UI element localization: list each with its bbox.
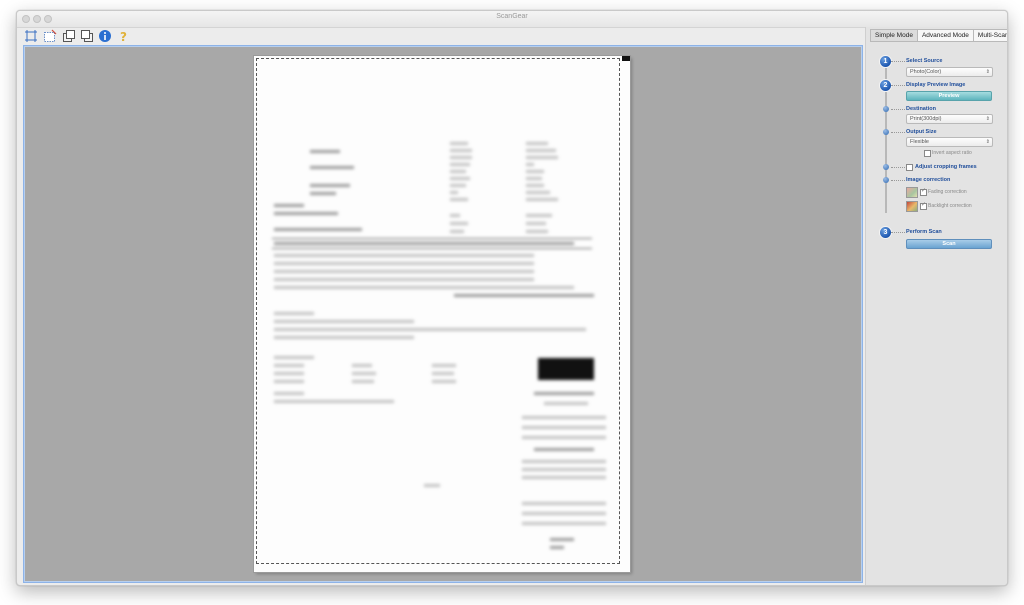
fading-correction-checkbox[interactable] [920, 187, 927, 196]
rotate-left-icon [63, 30, 75, 42]
output-size-step-dot [883, 129, 889, 135]
step-2-badge: 2 [880, 80, 891, 91]
fading-correction-label: Fading correction [928, 189, 967, 195]
preview-area[interactable] [23, 45, 863, 583]
adjust-cropping-label: Adjust cropping frames [915, 164, 977, 170]
backlight-correction-label: Backlight correction [928, 203, 972, 209]
mode-tabs: Simple Mode Advanced Mode Multi-Scan [870, 29, 1007, 42]
select-source-label: Select Source [906, 58, 943, 64]
tab-multi-scan[interactable]: Multi-Scan [972, 29, 1007, 42]
cropping-frame[interactable] [256, 58, 620, 564]
step-connector [891, 85, 905, 86]
image-correction-step-dot [883, 177, 889, 183]
scangear-window: ScanGear ? Simple Mode Advanced Mode Mul… [16, 10, 1008, 586]
display-preview-label: Display Preview Image [906, 82, 966, 88]
auto-crop-icon [25, 30, 37, 42]
settings-panel: Simple Mode Advanced Mode Multi-Scan 1 S… [865, 27, 1007, 585]
rotate-right-button[interactable] [79, 28, 95, 44]
output-size-dropdown[interactable]: Flexible ⇕ [906, 137, 993, 147]
step-connector [891, 109, 905, 110]
step-connector [891, 180, 905, 181]
perform-scan-label: Perform Scan [906, 229, 942, 235]
help-button[interactable]: ? [115, 28, 131, 44]
window-title: ScanGear [496, 13, 528, 20]
destination-label: Destination [906, 106, 936, 112]
auto-crop-button[interactable] [23, 28, 39, 44]
help-icon: ? [120, 30, 127, 43]
invert-aspect-ratio-icon[interactable] [924, 150, 931, 157]
scanned-document-preview [254, 56, 630, 572]
destination-value: Print(300dpi) [910, 116, 942, 122]
fading-correction-thumbnail [906, 187, 918, 198]
invert-aspect-ratio-label: Invert aspect ratio [932, 150, 972, 156]
info-icon [99, 30, 111, 42]
svg-text:?: ? [120, 30, 127, 43]
adjust-crop-step-dot [883, 164, 889, 170]
chevron-updown-icon: ⇕ [985, 116, 990, 122]
backlight-correction-checkbox[interactable] [920, 201, 927, 210]
step-connector [891, 61, 905, 62]
chevron-updown-icon: ⇕ [985, 139, 990, 145]
info-button[interactable] [97, 28, 113, 44]
scan-button[interactable]: Scan [906, 239, 992, 249]
output-size-value: Flexible [910, 139, 929, 145]
step-connector [891, 232, 905, 233]
rotate-left-button[interactable] [61, 28, 77, 44]
toolbar: ? [17, 28, 865, 46]
destination-step-dot [883, 106, 889, 112]
output-size-label: Output Size [906, 129, 937, 135]
remove-crop-button[interactable] [42, 28, 58, 44]
tab-advanced-mode[interactable]: Advanced Mode [916, 29, 974, 42]
step-connector [891, 167, 905, 168]
destination-dropdown[interactable]: Print(300dpi) ⇕ [906, 114, 993, 124]
backlight-correction-thumbnail [906, 201, 918, 212]
select-source-dropdown[interactable]: Photo(Color) ⇕ [906, 67, 993, 77]
remove-crop-icon [44, 29, 57, 42]
title-bar: ScanGear [17, 11, 1007, 28]
step-3-badge: 3 [880, 227, 891, 238]
tab-simple-mode[interactable]: Simple Mode [870, 29, 918, 42]
step-connector [891, 132, 905, 133]
step-1-badge: 1 [880, 56, 891, 67]
preview-button[interactable]: Preview [906, 91, 992, 101]
chevron-updown-icon: ⇕ [985, 69, 990, 75]
image-correction-label: Image correction [906, 177, 951, 183]
adjust-cropping-checkbox[interactable] [906, 164, 913, 171]
crop-handle[interactable] [622, 56, 630, 61]
select-source-value: Photo(Color) [910, 69, 942, 75]
rotate-right-icon [81, 30, 93, 42]
